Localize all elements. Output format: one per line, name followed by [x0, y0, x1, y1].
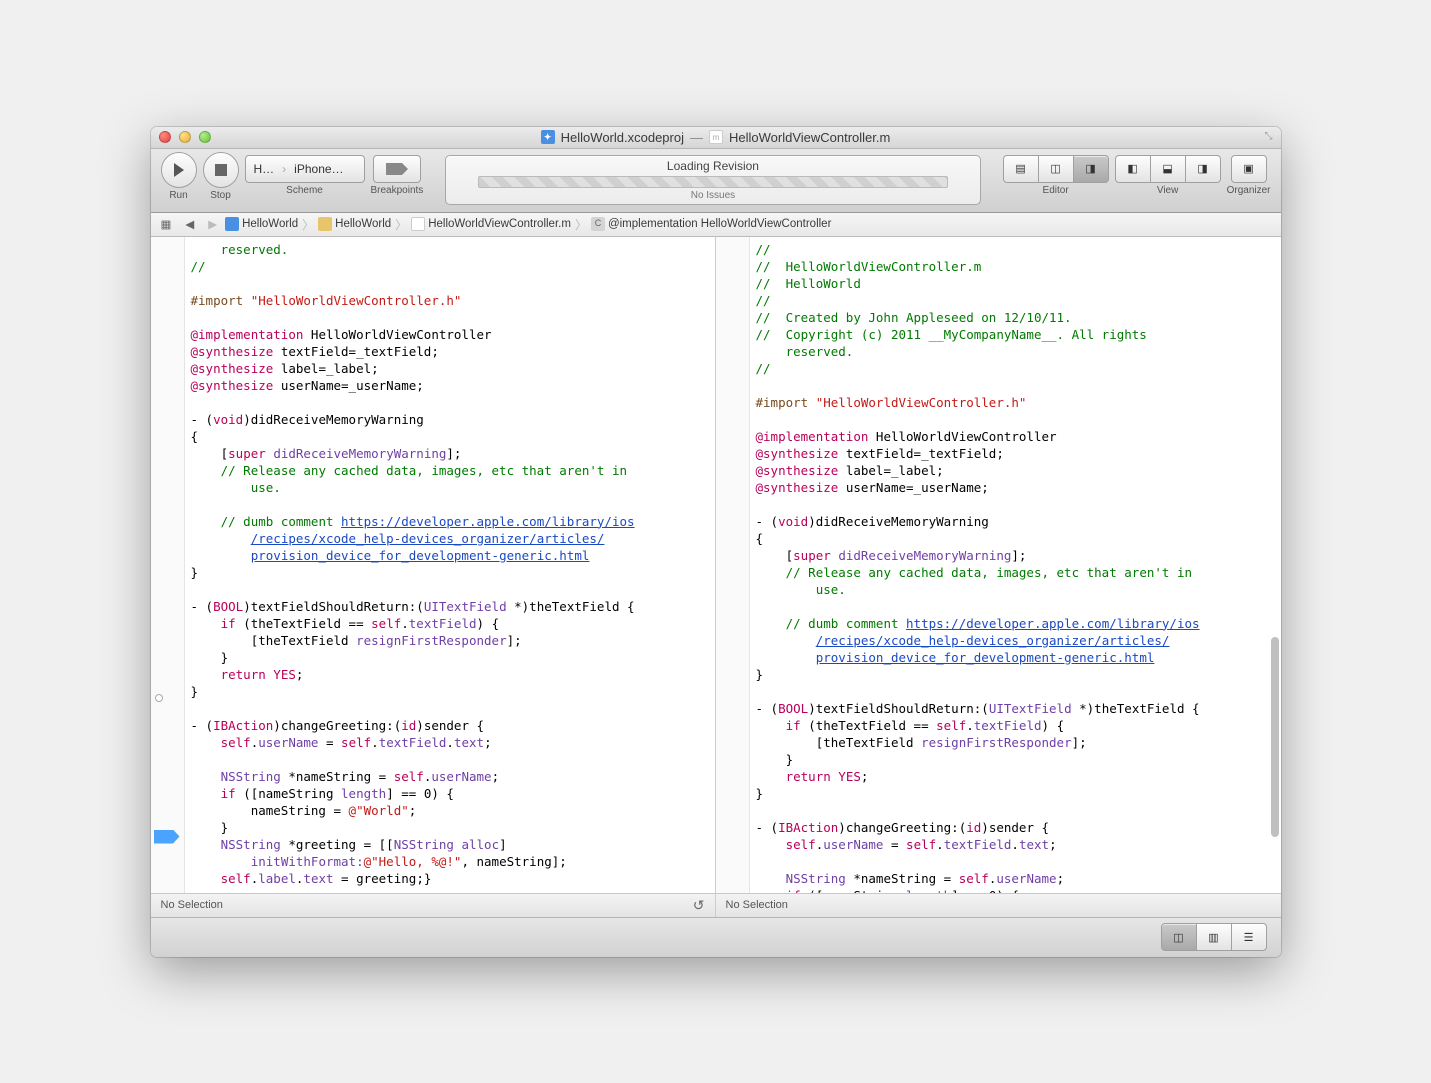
minimize-button[interactable]: [179, 131, 191, 143]
chevron-icon: 〉: [575, 216, 587, 233]
editor-label: Editor: [1043, 185, 1069, 196]
related-items-button[interactable]: ▦: [155, 215, 178, 233]
run-group: Run: [161, 155, 197, 201]
scrollbar-thumb[interactable]: [1271, 637, 1279, 837]
organizer-button[interactable]: ▣: [1231, 155, 1267, 183]
jump-bar: ▦ ◀ ▶ HelloWorld 〉 HelloWorld 〉 HelloWor…: [151, 213, 1281, 237]
scheme-app: H…: [254, 162, 275, 176]
scheme-dest: iPhone…: [294, 162, 343, 176]
code-left[interactable]: reserved. // #import "HelloWorldViewCont…: [151, 237, 715, 893]
version-editor-button[interactable]: ◨: [1073, 155, 1109, 183]
assistant-editor-button[interactable]: ◫: [1038, 155, 1074, 183]
breakpoints-button[interactable]: [373, 155, 421, 183]
stop-button[interactable]: [203, 152, 239, 188]
project-icon: [225, 217, 239, 231]
xcodeproj-icon: ✦: [541, 130, 555, 144]
left-editor-pane: reserved. // #import "HelloWorldViewCont…: [151, 237, 716, 917]
activity-subtitle: No Issues: [691, 190, 735, 201]
bottom-bar: ◫ ▥ ☰: [151, 917, 1281, 957]
title-file: HelloWorldViewController.m: [729, 130, 890, 145]
close-button[interactable]: [159, 131, 171, 143]
jump-project[interactable]: HelloWorld: [225, 217, 298, 231]
breakpoint-arrow-icon[interactable]: [154, 830, 180, 844]
log-view-button[interactable]: ☰: [1231, 923, 1267, 951]
organizer-label: Organizer: [1227, 185, 1271, 196]
view-label: View: [1157, 185, 1179, 196]
scheme-sep: ›: [282, 162, 286, 176]
right-status-text: No Selection: [726, 899, 788, 911]
blame-view-button[interactable]: ▥: [1196, 923, 1232, 951]
left-status-text: No Selection: [161, 899, 223, 911]
editor-area: reserved. // #import "HelloWorldViewCont…: [151, 237, 1281, 917]
file-icon: [411, 217, 425, 231]
titlebar[interactable]: ✦ HelloWorld.xcodeproj — m HelloWorldVie…: [151, 127, 1281, 149]
toggle-navigator-button[interactable]: ◧: [1115, 155, 1151, 183]
window-controls: [159, 131, 211, 143]
folder-icon: [318, 217, 332, 231]
stop-group: Stop: [203, 155, 239, 201]
scheme-group: H… › iPhone… Scheme: [245, 155, 365, 196]
symbol-icon: C: [591, 217, 605, 231]
standard-editor-button[interactable]: ▤: [1003, 155, 1039, 183]
activity-progress: [478, 176, 947, 188]
stop-icon: [215, 164, 227, 176]
title-separator: —: [690, 130, 703, 145]
left-status-bar: No Selection ↺: [151, 893, 715, 917]
breakpoints-label: Breakpoints: [371, 185, 424, 196]
jump-symbol[interactable]: C@implementation HelloWorldViewControlle…: [591, 217, 831, 231]
comparison-view-button[interactable]: ◫: [1161, 923, 1197, 951]
run-button[interactable]: [161, 152, 197, 188]
toggle-debug-button[interactable]: ⬓: [1150, 155, 1186, 183]
organizer-group: ▣ Organizer: [1227, 155, 1271, 196]
zoom-button[interactable]: [199, 131, 211, 143]
editor-mode-group: ▤ ◫ ◨ Editor: [1003, 155, 1109, 196]
play-icon: [174, 163, 184, 177]
scheme-label: Scheme: [286, 185, 323, 196]
activity-viewer: Loading Revision No Issues: [445, 155, 980, 205]
toggle-utilities-button[interactable]: ◨: [1185, 155, 1221, 183]
jump-file[interactable]: HelloWorldViewController.m: [411, 217, 571, 231]
xcode-window: ✦ HelloWorld.xcodeproj — m HelloWorldVie…: [151, 127, 1281, 957]
breakpoint-icon: [386, 163, 408, 175]
stop-label: Stop: [210, 190, 231, 201]
run-label: Run: [169, 190, 187, 201]
chevron-icon: 〉: [302, 216, 314, 233]
gutter-left[interactable]: [151, 237, 185, 893]
breakpoint-circle-icon[interactable]: [155, 694, 163, 702]
right-editor-pane: // // HelloWorldViewController.m // Hell…: [716, 237, 1281, 917]
gutter-right[interactable]: [716, 237, 750, 893]
chevron-icon: 〉: [395, 216, 407, 233]
right-status-bar: No Selection: [716, 893, 1281, 917]
breakpoints-group: Breakpoints: [371, 155, 424, 196]
activity-title: Loading Revision: [667, 159, 759, 173]
view-group: ◧ ⬓ ◨ View: [1115, 155, 1221, 196]
forward-button[interactable]: ▶: [202, 215, 223, 233]
window-title: ✦ HelloWorld.xcodeproj — m HelloWorldVie…: [151, 130, 1281, 145]
objc-file-icon: m: [709, 130, 723, 144]
jump-folder[interactable]: HelloWorld: [318, 217, 391, 231]
back-button[interactable]: ◀: [179, 215, 200, 233]
toolbar: Run Stop H… › iPhone… Scheme Breakpoints…: [151, 149, 1281, 213]
scheme-selector[interactable]: H… › iPhone…: [245, 155, 365, 183]
title-project: HelloWorld.xcodeproj: [561, 130, 684, 145]
history-icon[interactable]: ↺: [693, 897, 705, 914]
fullscreen-icon[interactable]: ⤡: [1265, 131, 1273, 142]
code-right[interactable]: // // HelloWorldViewController.m // Hell…: [716, 237, 1281, 893]
